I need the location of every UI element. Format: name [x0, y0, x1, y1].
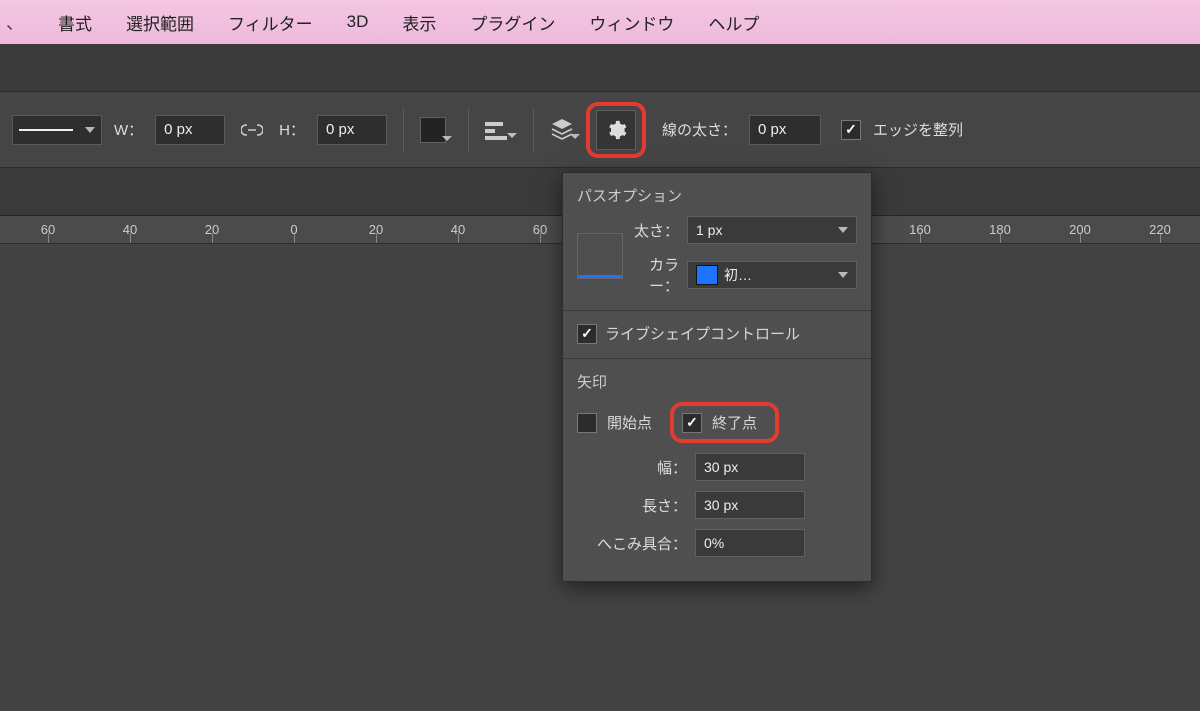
- color-swatch: [696, 265, 718, 285]
- path-options-panel: パスオプション 太さ： 1 px カラー： 初…: [562, 172, 872, 582]
- width-label: W：: [114, 119, 143, 140]
- stroke-preview[interactable]: [577, 233, 623, 279]
- ruler-tick: 40: [446, 216, 470, 243]
- live-shape-label: ライブシェイプコントロール: [605, 323, 800, 344]
- arrow-start-checkbox[interactable]: [577, 413, 597, 433]
- gear-callout: [586, 102, 646, 158]
- app-menubar: 、 書式 選択範囲 フィルター 3D 表示 プラグイン ウィンドウ ヘルプ: [0, 0, 1200, 44]
- path-options-title: パスオプション: [577, 185, 857, 206]
- path-options-gear-button[interactable]: [596, 110, 636, 150]
- ruler-tick: 60: [36, 216, 60, 243]
- ruler-tick: 220: [1148, 216, 1172, 243]
- thickness-select[interactable]: 1 px: [687, 216, 857, 244]
- arrow-concavity-label: へこみ具合：: [577, 533, 687, 554]
- divider: [533, 108, 534, 152]
- ruler-tick: 0: [282, 216, 306, 243]
- divider: [403, 108, 404, 152]
- strip-upper: [0, 44, 1200, 92]
- align-icon[interactable]: [485, 120, 517, 140]
- stroke-width-label: 線の太さ：: [662, 119, 737, 140]
- arrow-end-checkbox[interactable]: [682, 413, 702, 433]
- arrow-width-input[interactable]: 30 px: [695, 453, 805, 481]
- menu-plugin[interactable]: プラグイン: [470, 10, 555, 35]
- stroke-style-dropdown[interactable]: [12, 115, 102, 145]
- arrange-icon[interactable]: [550, 119, 580, 141]
- menu-filter[interactable]: フィルター: [228, 10, 313, 35]
- stroke-width-input[interactable]: 0 px: [749, 115, 821, 145]
- ruler-tick: 160: [908, 216, 932, 243]
- color-value: 初…: [724, 265, 752, 285]
- divider: [468, 108, 469, 152]
- gear-icon: [605, 119, 627, 141]
- arrow-end-label: 終了点: [712, 412, 757, 433]
- ruler-tick: 20: [200, 216, 224, 243]
- arrow-width-label: 幅：: [577, 457, 687, 478]
- ruler-tick: 40: [118, 216, 142, 243]
- arrow-start-label: 開始点: [607, 412, 652, 433]
- menu-help[interactable]: ヘルプ: [708, 10, 759, 35]
- color-select[interactable]: 初…: [687, 261, 857, 289]
- thickness-label: 太さ：: [631, 220, 679, 241]
- menu-format[interactable]: 書式: [58, 10, 92, 35]
- menubar-leading: 、: [6, 9, 24, 35]
- live-shape-checkbox[interactable]: [577, 324, 597, 344]
- menu-view[interactable]: 表示: [402, 10, 436, 35]
- menu-window[interactable]: ウィンドウ: [589, 10, 674, 35]
- align-edges-checkbox[interactable]: [841, 120, 861, 140]
- arrow-title: 矢印: [577, 371, 857, 392]
- thickness-value: 1 px: [696, 222, 722, 238]
- color-label: カラー：: [631, 254, 679, 296]
- height-label: H：: [279, 119, 305, 140]
- ruler-tick: 60: [528, 216, 552, 243]
- ruler-tick: 20: [364, 216, 388, 243]
- link-wh-icon[interactable]: [237, 115, 267, 145]
- arrow-length-label: 長さ：: [577, 495, 687, 516]
- arrow-end-callout: 終了点: [670, 402, 779, 443]
- menu-3d[interactable]: 3D: [347, 12, 369, 32]
- options-bar: W： 0 px H： 0 px 線の太さ： 0 px エッジを整列: [0, 92, 1200, 168]
- arrow-length-input[interactable]: 30 px: [695, 491, 805, 519]
- arrow-concavity-input[interactable]: 0%: [695, 529, 805, 557]
- ruler-tick: 180: [988, 216, 1012, 243]
- height-input[interactable]: 0 px: [317, 115, 387, 145]
- fill-swatch[interactable]: [420, 117, 452, 143]
- width-input[interactable]: 0 px: [155, 115, 225, 145]
- menu-select[interactable]: 選択範囲: [126, 10, 194, 35]
- align-edges-label: エッジを整列: [873, 119, 963, 140]
- ruler-tick: 200: [1068, 216, 1092, 243]
